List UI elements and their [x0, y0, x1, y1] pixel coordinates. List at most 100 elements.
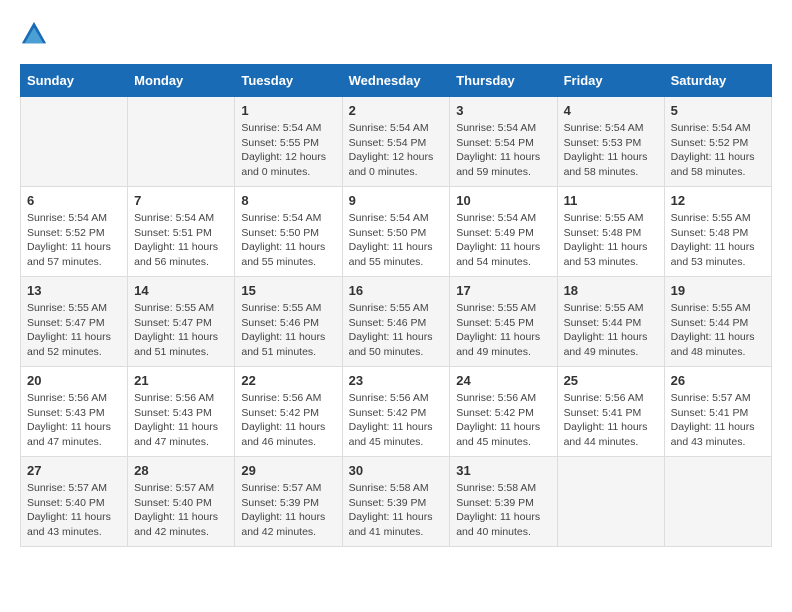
day-number: 27	[27, 463, 121, 478]
calendar-week-row: 27 Sunrise: 5:57 AMSunset: 5:40 PMDayligh…	[21, 457, 772, 547]
day-number: 10	[456, 193, 550, 208]
calendar-cell: 29 Sunrise: 5:57 AMSunset: 5:39 PMDayligh…	[235, 457, 342, 547]
day-info: Sunrise: 5:54 AMSunset: 5:54 PMDaylight:…	[349, 121, 444, 180]
calendar-header-row: SundayMondayTuesdayWednesdayThursdayFrid…	[21, 65, 772, 97]
day-info: Sunrise: 5:55 AMSunset: 5:46 PMDaylight:…	[241, 301, 335, 360]
day-of-week-header: Thursday	[450, 65, 557, 97]
day-info: Sunrise: 5:58 AMSunset: 5:39 PMDaylight:…	[456, 481, 550, 540]
day-number: 14	[134, 283, 228, 298]
day-info: Sunrise: 5:54 AMSunset: 5:52 PMDaylight:…	[671, 121, 765, 180]
calendar-week-row: 1Sunrise: 5:54 AMSunset: 5:55 PMDaylight…	[21, 97, 772, 187]
day-number: 7	[134, 193, 228, 208]
calendar-cell	[21, 97, 128, 187]
calendar-week-row: 6 Sunrise: 5:54 AMSunset: 5:52 PMDaylight…	[21, 187, 772, 277]
day-number: 8	[241, 193, 335, 208]
calendar-cell: 21 Sunrise: 5:56 AMSunset: 5:43 PMDayligh…	[128, 367, 235, 457]
day-info: Sunrise: 5:58 AMSunset: 5:39 PMDaylight:…	[349, 481, 444, 540]
day-number: 19	[671, 283, 765, 298]
day-info: Sunrise: 5:54 AMSunset: 5:50 PMDaylight:…	[349, 211, 444, 270]
calendar-cell: 30 Sunrise: 5:58 AMSunset: 5:39 PMDayligh…	[342, 457, 450, 547]
day-number: 1	[241, 103, 335, 118]
calendar-cell: 11Sunrise: 5:55 AMSunset: 5:48 PMDayligh…	[557, 187, 664, 277]
day-info: Sunrise: 5:54 AMSunset: 5:54 PMDaylight:…	[456, 121, 550, 180]
day-number: 2	[349, 103, 444, 118]
day-number: 31	[456, 463, 550, 478]
calendar-cell: 3 Sunrise: 5:54 AMSunset: 5:54 PMDaylight…	[450, 97, 557, 187]
day-number: 5	[671, 103, 765, 118]
day-of-week-header: Wednesday	[342, 65, 450, 97]
day-info: Sunrise: 5:54 AMSunset: 5:53 PMDaylight:…	[564, 121, 658, 180]
day-number: 26	[671, 373, 765, 388]
day-info: Sunrise: 5:55 AMSunset: 5:44 PMDaylight:…	[564, 301, 658, 360]
calendar-cell: 12Sunrise: 5:55 AMSunset: 5:48 PMDayligh…	[664, 187, 771, 277]
day-info: Sunrise: 5:55 AMSunset: 5:47 PMDaylight:…	[134, 301, 228, 360]
day-info: Sunrise: 5:56 AMSunset: 5:42 PMDaylight:…	[349, 391, 444, 450]
day-info: Sunrise: 5:57 AMSunset: 5:39 PMDaylight:…	[241, 481, 335, 540]
day-info: Sunrise: 5:56 AMSunset: 5:42 PMDaylight:…	[241, 391, 335, 450]
calendar-cell: 2 Sunrise: 5:54 AMSunset: 5:54 PMDaylight…	[342, 97, 450, 187]
calendar-cell: 28 Sunrise: 5:57 AMSunset: 5:40 PMDayligh…	[128, 457, 235, 547]
day-number: 11	[564, 193, 658, 208]
day-info: Sunrise: 5:54 AMSunset: 5:49 PMDaylight:…	[456, 211, 550, 270]
calendar-cell: 18Sunrise: 5:55 AMSunset: 5:44 PMDayligh…	[557, 277, 664, 367]
day-number: 28	[134, 463, 228, 478]
day-number: 13	[27, 283, 121, 298]
calendar-cell: 17 Sunrise: 5:55 AMSunset: 5:45 PMDayligh…	[450, 277, 557, 367]
day-number: 22	[241, 373, 335, 388]
calendar-cell: 23 Sunrise: 5:56 AMSunset: 5:42 PMDayligh…	[342, 367, 450, 457]
calendar-cell: 13 Sunrise: 5:55 AMSunset: 5:47 PMDayligh…	[21, 277, 128, 367]
calendar-cell: 14 Sunrise: 5:55 AMSunset: 5:47 PMDayligh…	[128, 277, 235, 367]
page-header	[20, 20, 772, 48]
day-info: Sunrise: 5:54 AMSunset: 5:51 PMDaylight:…	[134, 211, 228, 270]
day-info: Sunrise: 5:54 AMSunset: 5:52 PMDaylight:…	[27, 211, 121, 270]
day-info: Sunrise: 5:56 AMSunset: 5:43 PMDaylight:…	[134, 391, 228, 450]
calendar-cell: 27 Sunrise: 5:57 AMSunset: 5:40 PMDayligh…	[21, 457, 128, 547]
calendar: SundayMondayTuesdayWednesdayThursdayFrid…	[20, 64, 772, 547]
calendar-cell	[664, 457, 771, 547]
calendar-cell	[557, 457, 664, 547]
calendar-cell: 24Sunrise: 5:56 AMSunset: 5:42 PMDayligh…	[450, 367, 557, 457]
calendar-cell: 8 Sunrise: 5:54 AMSunset: 5:50 PMDaylight…	[235, 187, 342, 277]
calendar-cell: 22 Sunrise: 5:56 AMSunset: 5:42 PMDayligh…	[235, 367, 342, 457]
day-of-week-header: Sunday	[21, 65, 128, 97]
calendar-cell: 20 Sunrise: 5:56 AMSunset: 5:43 PMDayligh…	[21, 367, 128, 457]
day-number: 3	[456, 103, 550, 118]
day-number: 20	[27, 373, 121, 388]
day-number: 9	[349, 193, 444, 208]
day-of-week-header: Saturday	[664, 65, 771, 97]
calendar-cell: 15 Sunrise: 5:55 AMSunset: 5:46 PMDayligh…	[235, 277, 342, 367]
day-info: Sunrise: 5:54 AMSunset: 5:50 PMDaylight:…	[241, 211, 335, 270]
calendar-cell: 1Sunrise: 5:54 AMSunset: 5:55 PMDaylight…	[235, 97, 342, 187]
calendar-cell: 7 Sunrise: 5:54 AMSunset: 5:51 PMDaylight…	[128, 187, 235, 277]
calendar-cell	[128, 97, 235, 187]
calendar-cell: 4 Sunrise: 5:54 AMSunset: 5:53 PMDaylight…	[557, 97, 664, 187]
calendar-week-row: 20 Sunrise: 5:56 AMSunset: 5:43 PMDayligh…	[21, 367, 772, 457]
day-info: Sunrise: 5:55 AMSunset: 5:45 PMDaylight:…	[456, 301, 550, 360]
calendar-cell: 9 Sunrise: 5:54 AMSunset: 5:50 PMDaylight…	[342, 187, 450, 277]
day-info: Sunrise: 5:57 AMSunset: 5:40 PMDaylight:…	[27, 481, 121, 540]
day-of-week-header: Monday	[128, 65, 235, 97]
day-number: 16	[349, 283, 444, 298]
day-number: 4	[564, 103, 658, 118]
day-number: 15	[241, 283, 335, 298]
day-number: 17	[456, 283, 550, 298]
day-number: 6	[27, 193, 121, 208]
day-number: 30	[349, 463, 444, 478]
day-number: 29	[241, 463, 335, 478]
day-info: Sunrise: 5:55 AMSunset: 5:44 PMDaylight:…	[671, 301, 765, 360]
day-number: 23	[349, 373, 444, 388]
calendar-cell: 6 Sunrise: 5:54 AMSunset: 5:52 PMDaylight…	[21, 187, 128, 277]
day-number: 12	[671, 193, 765, 208]
day-info: Sunrise: 5:57 AMSunset: 5:40 PMDaylight:…	[134, 481, 228, 540]
day-number: 24	[456, 373, 550, 388]
day-number: 21	[134, 373, 228, 388]
day-info: Sunrise: 5:56 AMSunset: 5:41 PMDaylight:…	[564, 391, 658, 450]
calendar-cell: 19 Sunrise: 5:55 AMSunset: 5:44 PMDayligh…	[664, 277, 771, 367]
day-of-week-header: Tuesday	[235, 65, 342, 97]
day-of-week-header: Friday	[557, 65, 664, 97]
calendar-cell: 16Sunrise: 5:55 AMSunset: 5:46 PMDayligh…	[342, 277, 450, 367]
day-info: Sunrise: 5:56 AMSunset: 5:43 PMDaylight:…	[27, 391, 121, 450]
day-info: Sunrise: 5:57 AMSunset: 5:41 PMDaylight:…	[671, 391, 765, 450]
day-info: Sunrise: 5:55 AMSunset: 5:47 PMDaylight:…	[27, 301, 121, 360]
logo	[20, 20, 52, 48]
